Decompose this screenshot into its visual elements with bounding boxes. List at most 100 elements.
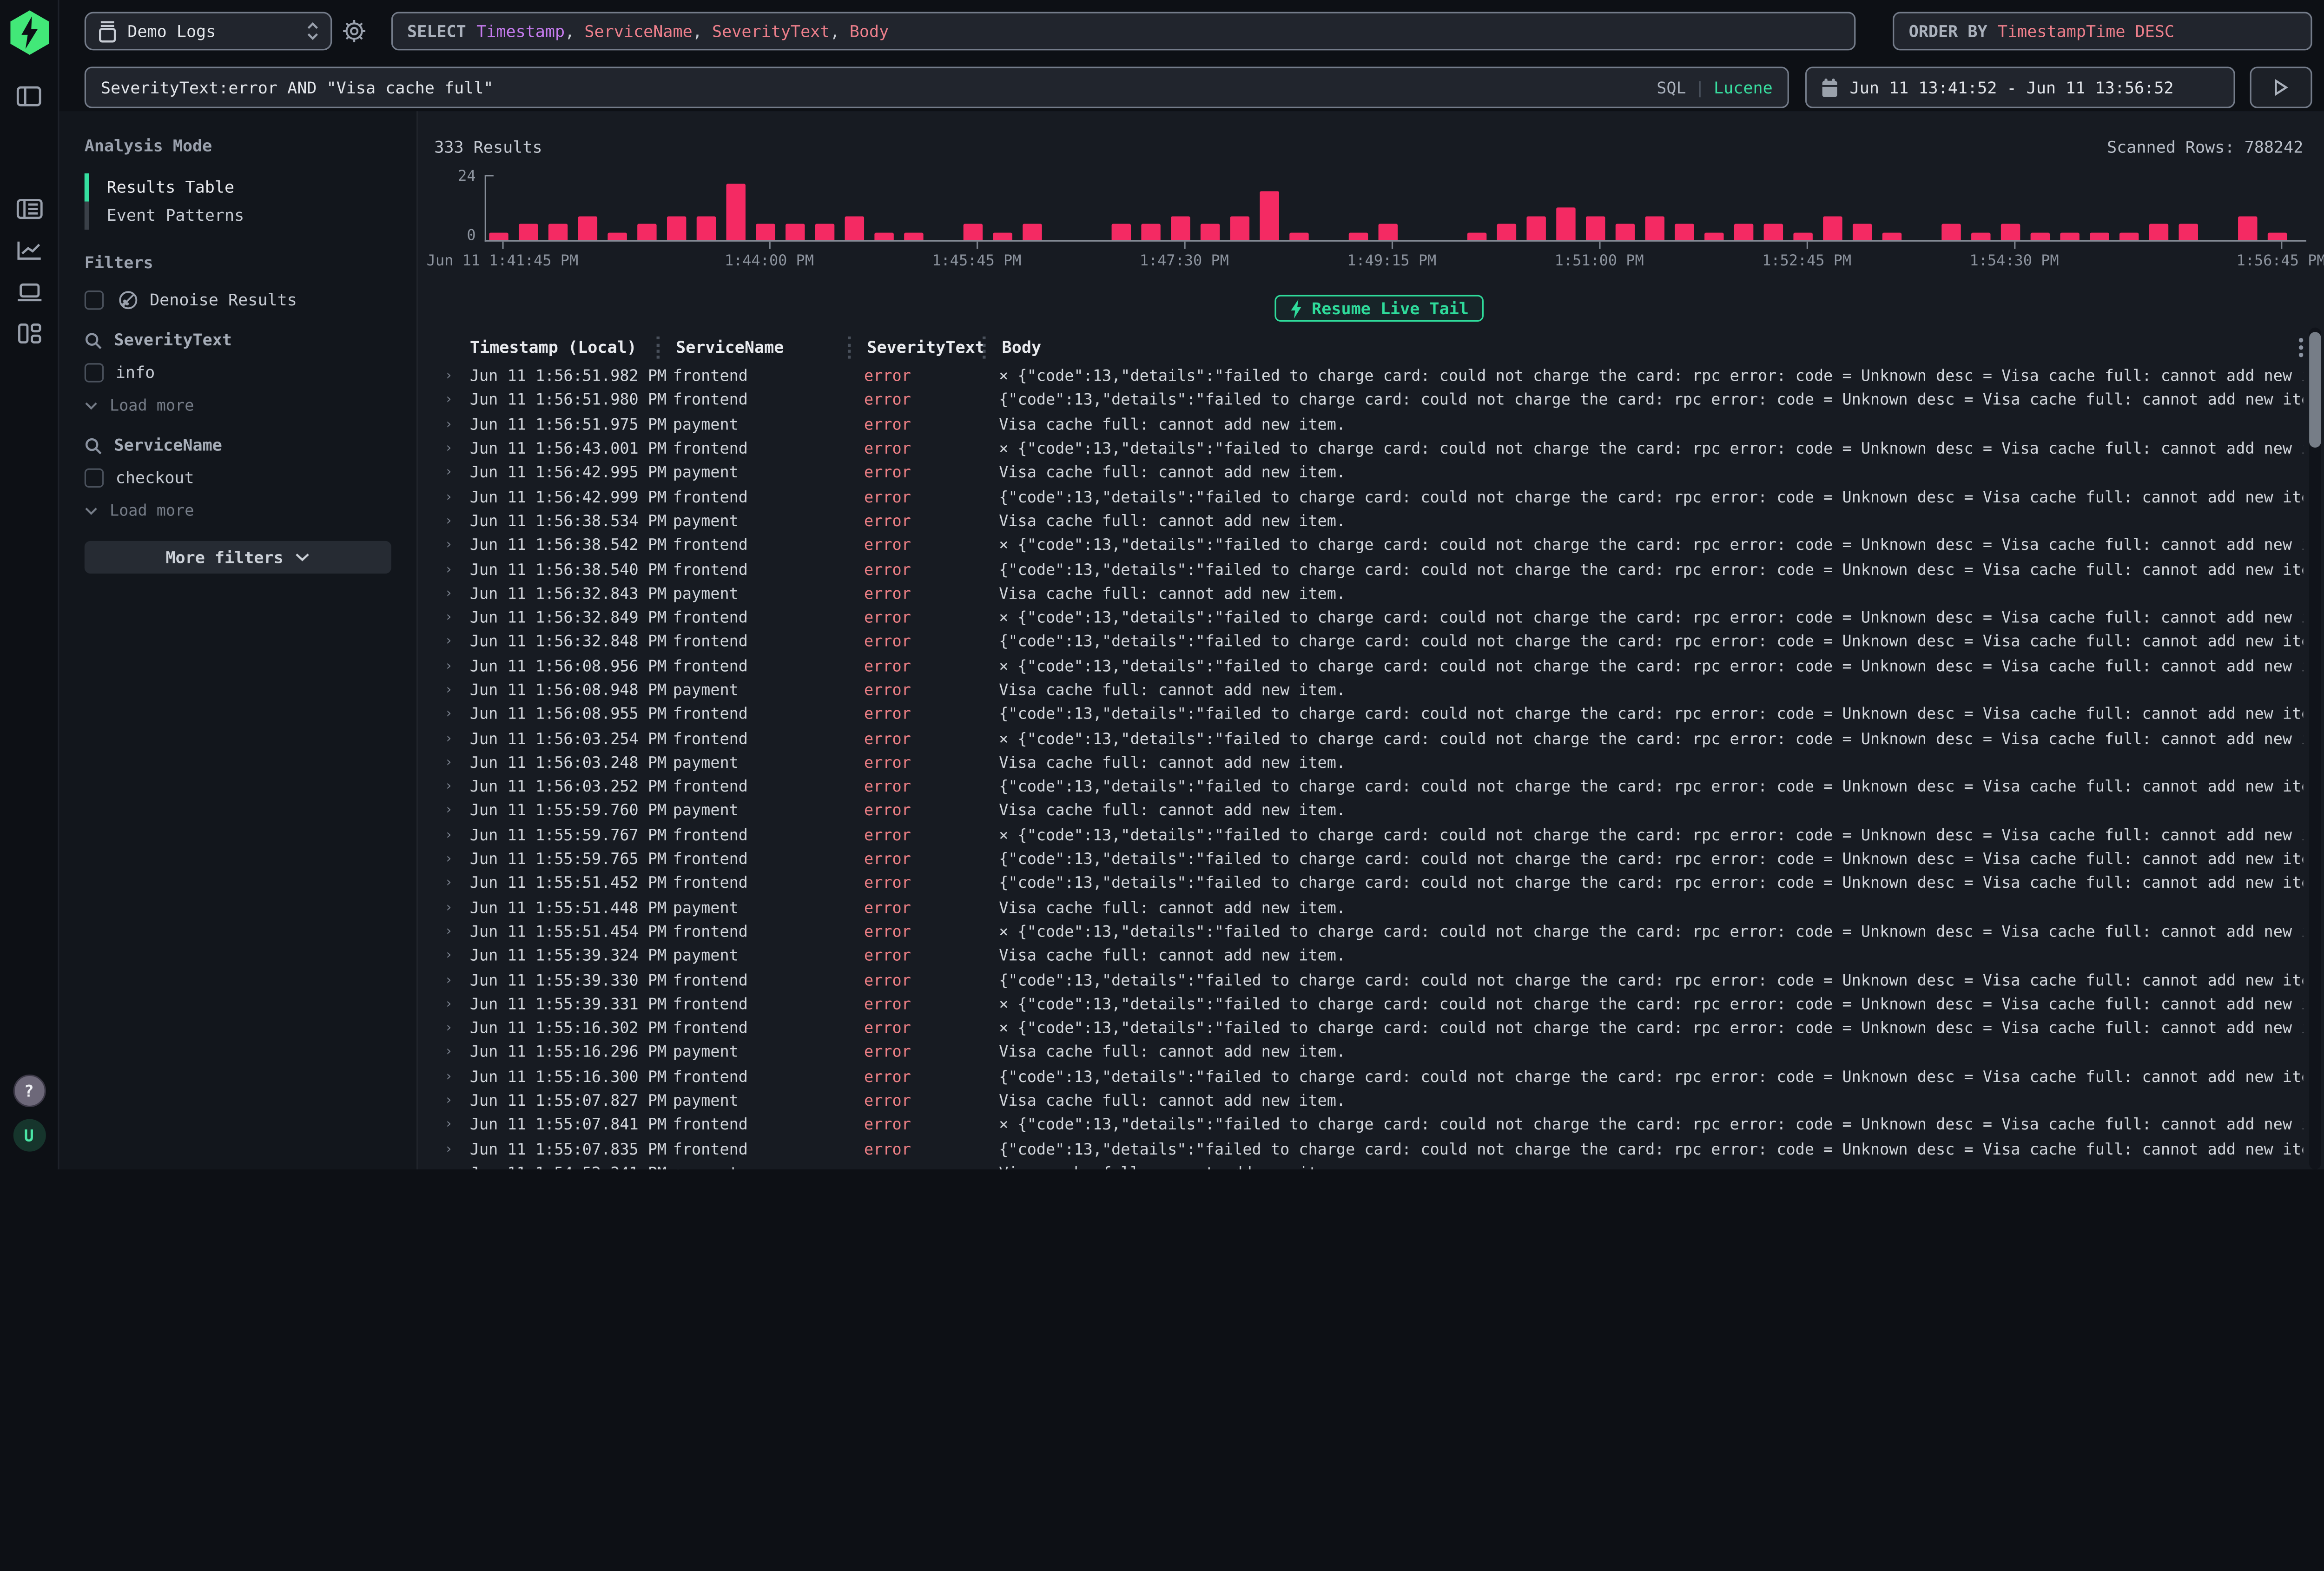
row-expander-icon[interactable]: › xyxy=(434,997,455,1012)
table-row[interactable]: ›Jun 11 1:56:32.843 PMpaymenterrorVisa c… xyxy=(434,582,2324,606)
filter-option-info[interactable]: info xyxy=(85,363,391,382)
table-row[interactable]: ›Jun 11 1:55:39.324 PMpaymenterrorVisa c… xyxy=(434,944,2324,969)
table-row[interactable]: ›Jun 11 1:56:08.955 PMfrontenderror{"cod… xyxy=(434,703,2324,727)
table-row[interactable]: ›Jun 11 1:56:51.982 PMfrontenderror× {"c… xyxy=(434,364,2324,389)
table-scrollbar[interactable] xyxy=(2309,328,2321,1169)
denoise-results-toggle[interactable]: Denoise Results xyxy=(85,290,391,310)
row-expander-icon[interactable]: › xyxy=(434,562,455,577)
results-histogram[interactable]: 24 0 Jun 11 1:41:45 PM1:44:00 PM1:45:45 … xyxy=(434,175,2306,277)
run-query-button[interactable] xyxy=(2250,66,2312,108)
row-expander-icon[interactable]: › xyxy=(434,442,455,456)
row-expander-icon[interactable]: › xyxy=(434,828,455,843)
help-button[interactable]: ? xyxy=(13,1075,45,1107)
row-expander-icon[interactable]: › xyxy=(434,393,455,408)
table-row[interactable]: ›Jun 11 1:56:51.980 PMfrontenderror{"cod… xyxy=(434,389,2324,413)
table-row[interactable]: ›Jun 11 1:56:51.975 PMpaymenterrorVisa c… xyxy=(434,413,2324,437)
time-range-picker[interactable]: Jun 11 13:41:52 - Jun 11 13:56:52 xyxy=(1805,66,2235,108)
table-row[interactable]: ›Jun 11 1:55:51.448 PMpaymenterrorVisa c… xyxy=(434,896,2324,920)
sidebar-item-results-table[interactable]: Results Table xyxy=(85,173,391,202)
table-row[interactable]: ›Jun 11 1:54:52.241 PMpaymenterrorVisa c… xyxy=(434,1162,2324,1169)
table-row[interactable]: ›Jun 11 1:55:51.454 PMfrontenderror× {"c… xyxy=(434,920,2324,944)
row-expander-icon[interactable]: › xyxy=(434,901,455,916)
row-expander-icon[interactable]: › xyxy=(434,804,455,819)
table-options-kebab-icon[interactable] xyxy=(2299,345,2304,350)
scrollbar-thumb[interactable] xyxy=(2309,332,2321,448)
table-row[interactable]: ›Jun 11 1:55:16.302 PMfrontenderror× {"c… xyxy=(434,1017,2324,1041)
row-expander-icon[interactable]: › xyxy=(434,1118,455,1133)
checkout-checkbox[interactable] xyxy=(85,469,104,488)
mode-sql-toggle[interactable]: SQL xyxy=(1657,78,1686,97)
column-header-timestamp[interactable]: Timestamp (Local) xyxy=(455,338,657,357)
logs-icon[interactable] xyxy=(0,188,59,230)
row-expander-icon[interactable]: › xyxy=(434,538,455,553)
table-row[interactable]: ›Jun 11 1:55:59.767 PMfrontenderror× {"c… xyxy=(434,824,2324,848)
load-more-severitytext[interactable]: Load more xyxy=(85,397,391,415)
table-row[interactable]: ›Jun 11 1:56:03.254 PMfrontenderror× {"c… xyxy=(434,727,2324,751)
table-row[interactable]: ›Jun 11 1:55:07.835 PMfrontenderror{"cod… xyxy=(434,1137,2324,1162)
table-row[interactable]: ›Jun 11 1:55:07.841 PMfrontenderror× {"c… xyxy=(434,1113,2324,1137)
table-row[interactable]: ›Jun 11 1:55:59.765 PMfrontenderror{"cod… xyxy=(434,848,2324,872)
order-by-input[interactable]: ORDER BY TimestampTime DESC xyxy=(1893,12,2312,51)
row-expander-icon[interactable]: › xyxy=(434,949,455,964)
row-expander-icon[interactable]: › xyxy=(434,852,455,867)
mode-lucene-toggle[interactable]: Lucene xyxy=(1714,78,1773,97)
table-row[interactable]: ›Jun 11 1:55:16.300 PMfrontenderror{"cod… xyxy=(434,1065,2324,1089)
table-row[interactable]: ›Jun 11 1:56:38.534 PMpaymenterrorVisa c… xyxy=(434,509,2324,534)
row-expander-icon[interactable]: › xyxy=(434,466,455,481)
row-expander-icon[interactable]: › xyxy=(434,635,455,650)
row-expander-icon[interactable]: › xyxy=(434,417,455,432)
histogram-plot[interactable] xyxy=(485,175,2306,241)
denoise-checkbox[interactable] xyxy=(85,290,104,310)
table-row[interactable]: ›Jun 11 1:55:07.827 PMpaymenterrorVisa c… xyxy=(434,1089,2324,1113)
table-row[interactable]: ›Jun 11 1:55:39.331 PMfrontenderror× {"c… xyxy=(434,993,2324,1017)
row-expander-icon[interactable]: › xyxy=(434,732,455,746)
info-checkbox[interactable] xyxy=(85,363,104,382)
row-expander-icon[interactable]: › xyxy=(434,490,455,505)
table-row[interactable]: ›Jun 11 1:56:38.540 PMfrontenderror{"cod… xyxy=(434,558,2324,582)
row-expander-icon[interactable]: › xyxy=(434,1022,455,1036)
row-expander-icon[interactable]: › xyxy=(434,587,455,601)
row-expander-icon[interactable]: › xyxy=(434,756,455,771)
row-expander-icon[interactable]: › xyxy=(434,877,455,891)
table-row[interactable]: ›Jun 11 1:56:03.248 PMpaymenterrorVisa c… xyxy=(434,751,2324,775)
app-logo-icon[interactable] xyxy=(10,10,48,55)
table-row[interactable]: ›Jun 11 1:56:43.001 PMfrontenderror× {"c… xyxy=(434,437,2324,461)
sidebar-item-event-patterns[interactable]: Event Patterns xyxy=(85,202,391,230)
select-query-input[interactable]: SELECT Timestamp, ServiceName, SeverityT… xyxy=(391,12,1855,51)
row-expander-icon[interactable]: › xyxy=(434,707,455,722)
column-header-body[interactable]: Body xyxy=(983,337,2299,359)
row-expander-icon[interactable]: › xyxy=(434,1142,455,1157)
dashboard-icon[interactable] xyxy=(0,313,59,354)
row-expander-icon[interactable]: › xyxy=(434,369,455,384)
table-row[interactable]: ›Jun 11 1:56:32.849 PMfrontenderror× {"c… xyxy=(434,606,2324,630)
table-row[interactable]: ›Jun 11 1:56:42.999 PMfrontenderror{"cod… xyxy=(434,485,2324,509)
laptop-icon[interactable] xyxy=(0,271,59,313)
table-row[interactable]: ›Jun 11 1:55:16.296 PMpaymenterrorVisa c… xyxy=(434,1041,2324,1065)
row-expander-icon[interactable]: › xyxy=(434,659,455,674)
table-row[interactable]: ›Jun 11 1:56:08.948 PMpaymenterrorVisa c… xyxy=(434,679,2324,703)
search-input[interactable] xyxy=(101,78,1657,97)
table-row[interactable]: ›Jun 11 1:55:51.452 PMfrontenderror{"cod… xyxy=(434,872,2324,896)
load-more-servicename[interactable]: Load more xyxy=(85,502,391,520)
column-header-servicename[interactable]: ServiceName xyxy=(657,337,848,359)
column-header-severitytext[interactable]: SeverityText xyxy=(848,337,983,359)
row-expander-icon[interactable]: › xyxy=(434,1166,455,1169)
row-expander-icon[interactable]: › xyxy=(434,1069,455,1084)
table-row[interactable]: ›Jun 11 1:56:38.542 PMfrontenderror× {"c… xyxy=(434,534,2324,558)
row-expander-icon[interactable]: › xyxy=(434,683,455,698)
row-expander-icon[interactable]: › xyxy=(434,1094,455,1109)
chart-icon[interactable] xyxy=(0,230,59,271)
table-row[interactable]: ›Jun 11 1:55:39.330 PMfrontenderror{"cod… xyxy=(434,969,2324,993)
table-row[interactable]: ›Jun 11 1:56:32.848 PMfrontenderror{"cod… xyxy=(434,630,2324,654)
table-row[interactable]: ›Jun 11 1:56:08.956 PMfrontenderror× {"c… xyxy=(434,654,2324,679)
gear-icon[interactable] xyxy=(332,19,376,43)
filter-option-checkout[interactable]: checkout xyxy=(85,469,391,488)
resume-live-tail-button[interactable]: Resume Live Tail xyxy=(1274,295,1484,322)
row-expander-icon[interactable]: › xyxy=(434,514,455,529)
row-expander-icon[interactable]: › xyxy=(434,973,455,988)
table-row[interactable]: ›Jun 11 1:56:42.995 PMpaymenterrorVisa c… xyxy=(434,461,2324,485)
row-expander-icon[interactable]: › xyxy=(434,611,455,626)
user-avatar[interactable]: U xyxy=(13,1119,45,1152)
row-expander-icon[interactable]: › xyxy=(434,780,455,795)
table-row[interactable]: ›Jun 11 1:56:03.252 PMfrontenderror{"cod… xyxy=(434,775,2324,799)
